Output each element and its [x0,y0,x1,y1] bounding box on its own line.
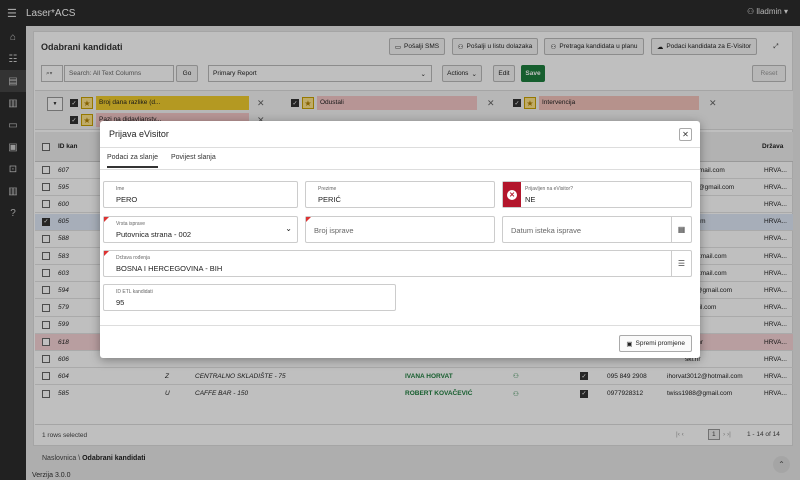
tab-send-history[interactable]: Povijest slanja [171,154,216,161]
field-label: Prezime [318,186,337,192]
modal-title: Prijava eVisitor [109,129,169,139]
modal-tabs: Podaci za slanje Povijest slanja [100,148,700,170]
document-expiry-field[interactable]: Datum isteka isprave ▦ [502,216,692,243]
tab-send-data[interactable]: Podaci za slanje [107,154,158,168]
calendar-icon[interactable]: ▦ [671,217,691,242]
evisitor-registered-field: ✕ Prijavljen na eVisitor? NE [502,181,692,208]
field-label: Država rođenja [116,255,150,261]
field-value: PERO [116,195,138,204]
error-icon: ✕ [503,182,521,207]
last-name-field[interactable]: Prezime PERIĆ [305,181,495,208]
modal-header: Prijava eVisitor ✕ [100,121,700,148]
save-changes-button[interactable]: ▣ Spremi promjene [619,335,692,352]
required-marker [104,217,109,222]
list-select-icon[interactable]: ☰ [671,251,691,276]
field-label: Prijavljen na eVisitor? [525,186,573,192]
etl-id-field[interactable]: ID ETL kandidati 95 [103,284,396,311]
required-marker [104,251,109,256]
field-value: 95 [116,298,125,307]
field-value: Putovnica strana - 002 [116,230,192,239]
field-placeholder: Datum isteka isprave [511,226,582,235]
document-type-select[interactable]: Vrsta isprave Putovnica strana - 002 ⌄ [103,216,298,243]
field-value: BOSNA I HERCEGOVINA - BIH [116,264,223,273]
field-value: PERIĆ [318,195,341,204]
field-label: Vrsta isprave [116,221,145,227]
field-placeholder: Broj isprave [314,226,354,235]
required-marker [306,217,311,222]
field-label: ID ETL kandidati [116,289,153,295]
birth-country-field[interactable]: Država rođenja BOSNA I HERCEGOVINA - BIH… [103,250,692,277]
field-label: Ime [116,186,125,192]
document-number-field[interactable]: Broj isprave [305,216,495,243]
evisitor-modal: Prijava eVisitor ✕ Podaci za slanje Povi… [100,121,700,358]
save-icon: ▣ [626,340,633,348]
chevron-down-icon: ⌄ [285,224,292,233]
first-name-field[interactable]: Ime PERO [103,181,298,208]
close-icon[interactable]: ✕ [679,128,692,141]
modal-footer: ▣ Spremi promjene [100,325,700,358]
field-value: NE [525,195,536,204]
